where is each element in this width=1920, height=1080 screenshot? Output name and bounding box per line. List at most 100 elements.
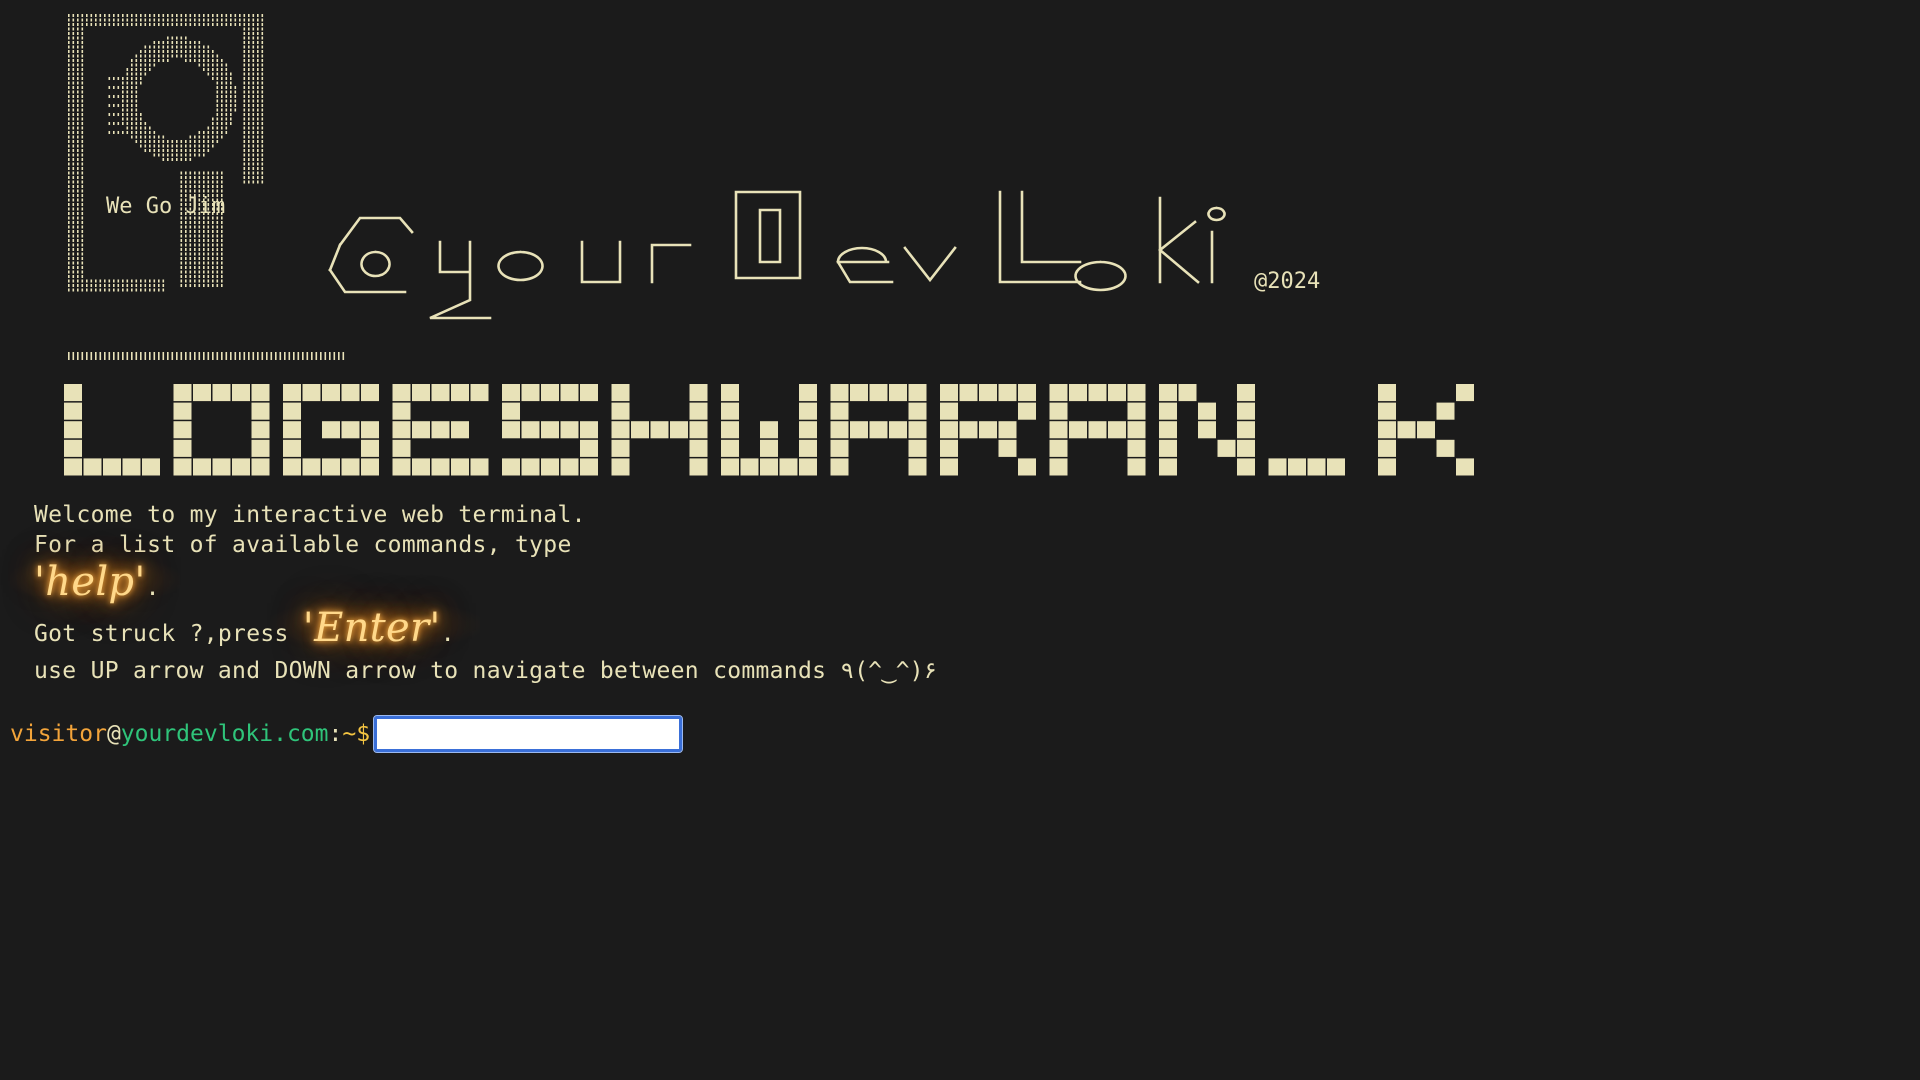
ascii-dot xyxy=(90,352,93,360)
ascii-dot xyxy=(261,63,264,67)
ascii-dot xyxy=(131,135,133,139)
ascii-dot xyxy=(252,36,255,40)
ascii-dot xyxy=(68,131,70,134)
ascii-dot xyxy=(270,352,273,360)
ascii-dot xyxy=(72,189,75,193)
ascii-dot xyxy=(135,140,138,143)
ascii-dot xyxy=(185,261,187,265)
ascii-dot xyxy=(113,122,115,125)
ascii-dot xyxy=(72,275,75,278)
ascii-dot xyxy=(153,63,156,67)
ascii-dot xyxy=(243,153,246,157)
ascii-dot xyxy=(252,59,255,62)
ascii-dot xyxy=(72,140,75,143)
ascii-dot xyxy=(216,14,219,17)
name-block-cell xyxy=(1127,458,1146,476)
ascii-dot xyxy=(185,234,187,238)
ascii-dot xyxy=(81,36,84,40)
ascii-dot xyxy=(252,176,255,179)
ascii-dot xyxy=(189,352,192,360)
ascii-dot xyxy=(171,140,174,143)
ascii-dot xyxy=(216,95,219,98)
prompt-colon: : xyxy=(328,721,343,747)
ascii-dot xyxy=(122,95,124,98)
ascii-dot xyxy=(212,180,214,184)
ascii-dot xyxy=(81,176,84,179)
ascii-dot xyxy=(77,36,79,40)
ascii-dot xyxy=(81,86,84,89)
ascii-dot xyxy=(104,284,106,287)
ascii-dot xyxy=(257,18,259,22)
ascii-dot xyxy=(194,45,196,49)
ascii-dot xyxy=(252,72,255,76)
name-block-cell xyxy=(611,421,630,439)
ascii-dot xyxy=(225,352,228,360)
ascii-dot xyxy=(212,140,214,143)
ascii-dot xyxy=(131,284,133,287)
ascii-dot xyxy=(122,18,124,22)
ascii-dot xyxy=(216,77,219,80)
ascii-dot xyxy=(189,45,192,49)
name-block-cell xyxy=(1049,458,1068,476)
ascii-dot xyxy=(225,68,228,71)
ascii-dot xyxy=(257,81,259,85)
enter-suffix: . xyxy=(440,621,455,647)
ascii-dot xyxy=(248,144,250,148)
ascii-dot xyxy=(216,140,219,143)
ascii-dot xyxy=(225,18,228,22)
ascii-dot xyxy=(189,284,192,287)
ascii-dot xyxy=(261,27,264,31)
ascii-dot xyxy=(261,36,264,40)
ascii-dot xyxy=(248,108,250,112)
name-block-cell xyxy=(1198,421,1216,439)
ascii-dot xyxy=(180,257,183,260)
ascii-dot xyxy=(72,59,75,62)
ascii-dot xyxy=(221,59,223,62)
ascii-dot xyxy=(230,90,232,94)
gym-figure-ascii-art xyxy=(68,14,345,360)
ascii-dot xyxy=(252,180,255,184)
ascii-dot xyxy=(81,279,84,283)
ascii-dot xyxy=(257,41,259,44)
ascii-dot xyxy=(126,352,129,360)
ascii-dot xyxy=(77,212,79,215)
ascii-dot xyxy=(203,248,205,251)
ascii-dot xyxy=(126,72,129,76)
ascii-dot xyxy=(207,270,210,274)
ascii-dot xyxy=(72,194,75,197)
ascii-dot xyxy=(212,144,214,148)
ascii-dot xyxy=(216,63,219,67)
ascii-dot xyxy=(198,221,201,224)
name-block-cell xyxy=(1378,384,1396,402)
name-block-cell xyxy=(361,384,379,402)
ascii-dot xyxy=(81,275,84,278)
ascii-dot xyxy=(135,117,138,121)
ascii-dot xyxy=(68,77,70,80)
ascii-dot xyxy=(117,86,120,89)
name-block-cell xyxy=(1127,439,1146,457)
ascii-dot xyxy=(77,252,79,256)
ascii-dot xyxy=(72,99,75,103)
ascii-dot xyxy=(104,18,106,22)
command-input[interactable] xyxy=(373,715,684,753)
ascii-dot xyxy=(117,14,120,17)
ascii-dot xyxy=(212,257,214,260)
ascii-dot xyxy=(99,14,102,17)
ascii-dot xyxy=(122,86,124,89)
ascii-dot xyxy=(153,18,156,22)
ascii-dot xyxy=(72,288,75,292)
ascii-dot xyxy=(162,18,165,22)
ascii-dot xyxy=(86,284,88,287)
ascii-dot xyxy=(248,41,250,44)
name-block-cell xyxy=(830,421,849,439)
name-block-cell xyxy=(1127,402,1146,420)
ascii-dot xyxy=(81,266,84,269)
ascii-dot xyxy=(257,135,259,139)
name-block-cell xyxy=(1178,384,1197,402)
ascii-dot xyxy=(140,284,142,287)
name-block-cell xyxy=(1088,421,1107,439)
ascii-dot xyxy=(230,108,232,112)
ascii-dot xyxy=(77,270,79,274)
ascii-dot xyxy=(216,122,219,125)
ascii-dot xyxy=(99,23,102,26)
